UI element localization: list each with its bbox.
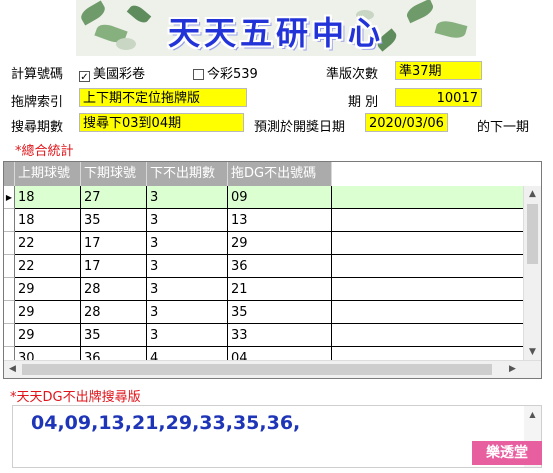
result-box[interactable]: 04,09,13,21,29,33,35,36, ▲ xyxy=(12,405,542,468)
row-selector[interactable] xyxy=(4,255,15,278)
table-cell-empty[interactable] xyxy=(332,324,525,347)
row-pointer-icon[interactable]: ▶ xyxy=(4,186,15,209)
table-cell[interactable]: 13 xyxy=(228,209,332,232)
table-cell-empty[interactable] xyxy=(332,209,525,232)
option-539[interactable]: 今彩539 xyxy=(193,63,258,82)
row-selector[interactable] xyxy=(4,301,15,324)
row-selector[interactable] xyxy=(4,278,15,301)
table-cell-empty[interactable] xyxy=(332,301,525,324)
row-selector[interactable] xyxy=(4,232,15,255)
predict-date-field[interactable]: 2020/03/06 xyxy=(365,113,448,132)
row-selector[interactable] xyxy=(4,324,15,347)
scroll-left-icon[interactable]: ◀ xyxy=(4,361,21,378)
table-cell[interactable]: 18 xyxy=(15,186,81,209)
option-us-lottery[interactable]: ✓ 美國彩卷 xyxy=(79,63,146,83)
banner: 天天五研中心 xyxy=(76,0,476,56)
table-cell[interactable]: 35 xyxy=(228,301,332,324)
scroll-up-icon[interactable]: ▲ xyxy=(524,406,541,423)
check-icon[interactable]: ✓ xyxy=(79,71,90,83)
table-cell[interactable]: 3 xyxy=(147,301,228,324)
header-prev-ball[interactable]: 上期球號 xyxy=(15,162,81,186)
scroll-up-icon[interactable]: ▲ xyxy=(524,186,541,203)
scroll-right-icon[interactable]: ▶ xyxy=(504,361,521,378)
calc-label: 計算號碼 xyxy=(11,67,64,82)
header-dg-missing[interactable]: 拖DG不出號碼 xyxy=(228,162,332,186)
edition-label: 準版次數 xyxy=(326,67,379,82)
table-cell-empty[interactable] xyxy=(332,278,525,301)
table-cell[interactable]: 29 xyxy=(15,278,81,301)
banner-title: 天天五研中心 xyxy=(167,14,384,52)
lotto-hall-button[interactable]: 樂透堂 xyxy=(472,441,542,465)
table-cell[interactable]: 09 xyxy=(228,186,332,209)
predict-label: 預測於開獎日期 xyxy=(254,120,346,135)
table-cell[interactable]: 3 xyxy=(147,186,228,209)
header-corner xyxy=(4,162,15,186)
scroll-thumb[interactable] xyxy=(527,204,538,264)
table-cell[interactable]: 21 xyxy=(228,278,332,301)
next-period-label: 的下一期 xyxy=(477,120,530,135)
table-cell[interactable]: 22 xyxy=(15,232,81,255)
scroll-thumb[interactable] xyxy=(22,364,492,375)
table-cell[interactable]: 28 xyxy=(81,301,147,324)
table-cell[interactable]: 22 xyxy=(15,255,81,278)
header-miss-count[interactable]: 下不出期數 xyxy=(147,162,228,186)
result-label: *天天DG不出牌搜尋版 xyxy=(10,390,141,405)
table-cell[interactable]: 3 xyxy=(147,255,228,278)
result-numbers: 04,09,13,21,29,33,35,36, xyxy=(31,412,301,434)
option-539-label: 今彩539 xyxy=(207,67,258,82)
vertical-scrollbar[interactable]: ▲ ▼ xyxy=(523,186,541,361)
index-field[interactable]: 上下期不定位拖牌版 xyxy=(79,88,247,107)
table-cell[interactable]: 18 xyxy=(15,209,81,232)
search-field[interactable]: 搜尋下03到04期 xyxy=(79,113,244,132)
period-label: 期 別 xyxy=(348,95,379,110)
table-cell[interactable]: 3 xyxy=(147,278,228,301)
checkbox-icon[interactable] xyxy=(193,69,204,80)
table-cell[interactable]: 27 xyxy=(81,186,147,209)
data-grid[interactable]: 上期球號 下期球號 下不出期數 拖DG不出號碼 ▶ 18 27 3 09 18 35 3 13 2… xyxy=(3,161,542,379)
option-us-lottery-label: 美國彩卷 xyxy=(93,67,146,82)
header-next-ball[interactable]: 下期球號 xyxy=(81,162,147,186)
table-cell[interactable]: 3 xyxy=(147,324,228,347)
table-cell[interactable]: 33 xyxy=(228,324,332,347)
index-label: 拖牌索引 xyxy=(11,95,64,110)
row-selector[interactable] xyxy=(4,209,15,232)
table-cell[interactable]: 17 xyxy=(81,255,147,278)
table-cell-empty[interactable] xyxy=(332,186,525,209)
table-cell[interactable]: 36 xyxy=(228,255,332,278)
table-cell[interactable]: 3 xyxy=(147,209,228,232)
horizontal-scrollbar[interactable]: ◀ ▶ xyxy=(4,360,541,378)
search-label: 搜尋期數 xyxy=(11,120,64,135)
table-cell-empty[interactable] xyxy=(332,255,525,278)
table-cell[interactable]: 35 xyxy=(81,209,147,232)
scroll-down-icon[interactable]: ▼ xyxy=(524,344,541,361)
summary-label: *總合統計 xyxy=(15,144,74,159)
edition-field[interactable]: 準37期 xyxy=(395,61,482,80)
table-cell[interactable]: 29 xyxy=(228,232,332,255)
period-field[interactable]: 10017 xyxy=(395,88,482,107)
table-cell[interactable]: 3 xyxy=(147,232,228,255)
table-cell[interactable]: 29 xyxy=(15,301,81,324)
table-cell[interactable]: 29 xyxy=(15,324,81,347)
table-cell-empty[interactable] xyxy=(332,232,525,255)
table-cell[interactable]: 35 xyxy=(81,324,147,347)
table-cell[interactable]: 17 xyxy=(81,232,147,255)
table-cell[interactable]: 28 xyxy=(81,278,147,301)
